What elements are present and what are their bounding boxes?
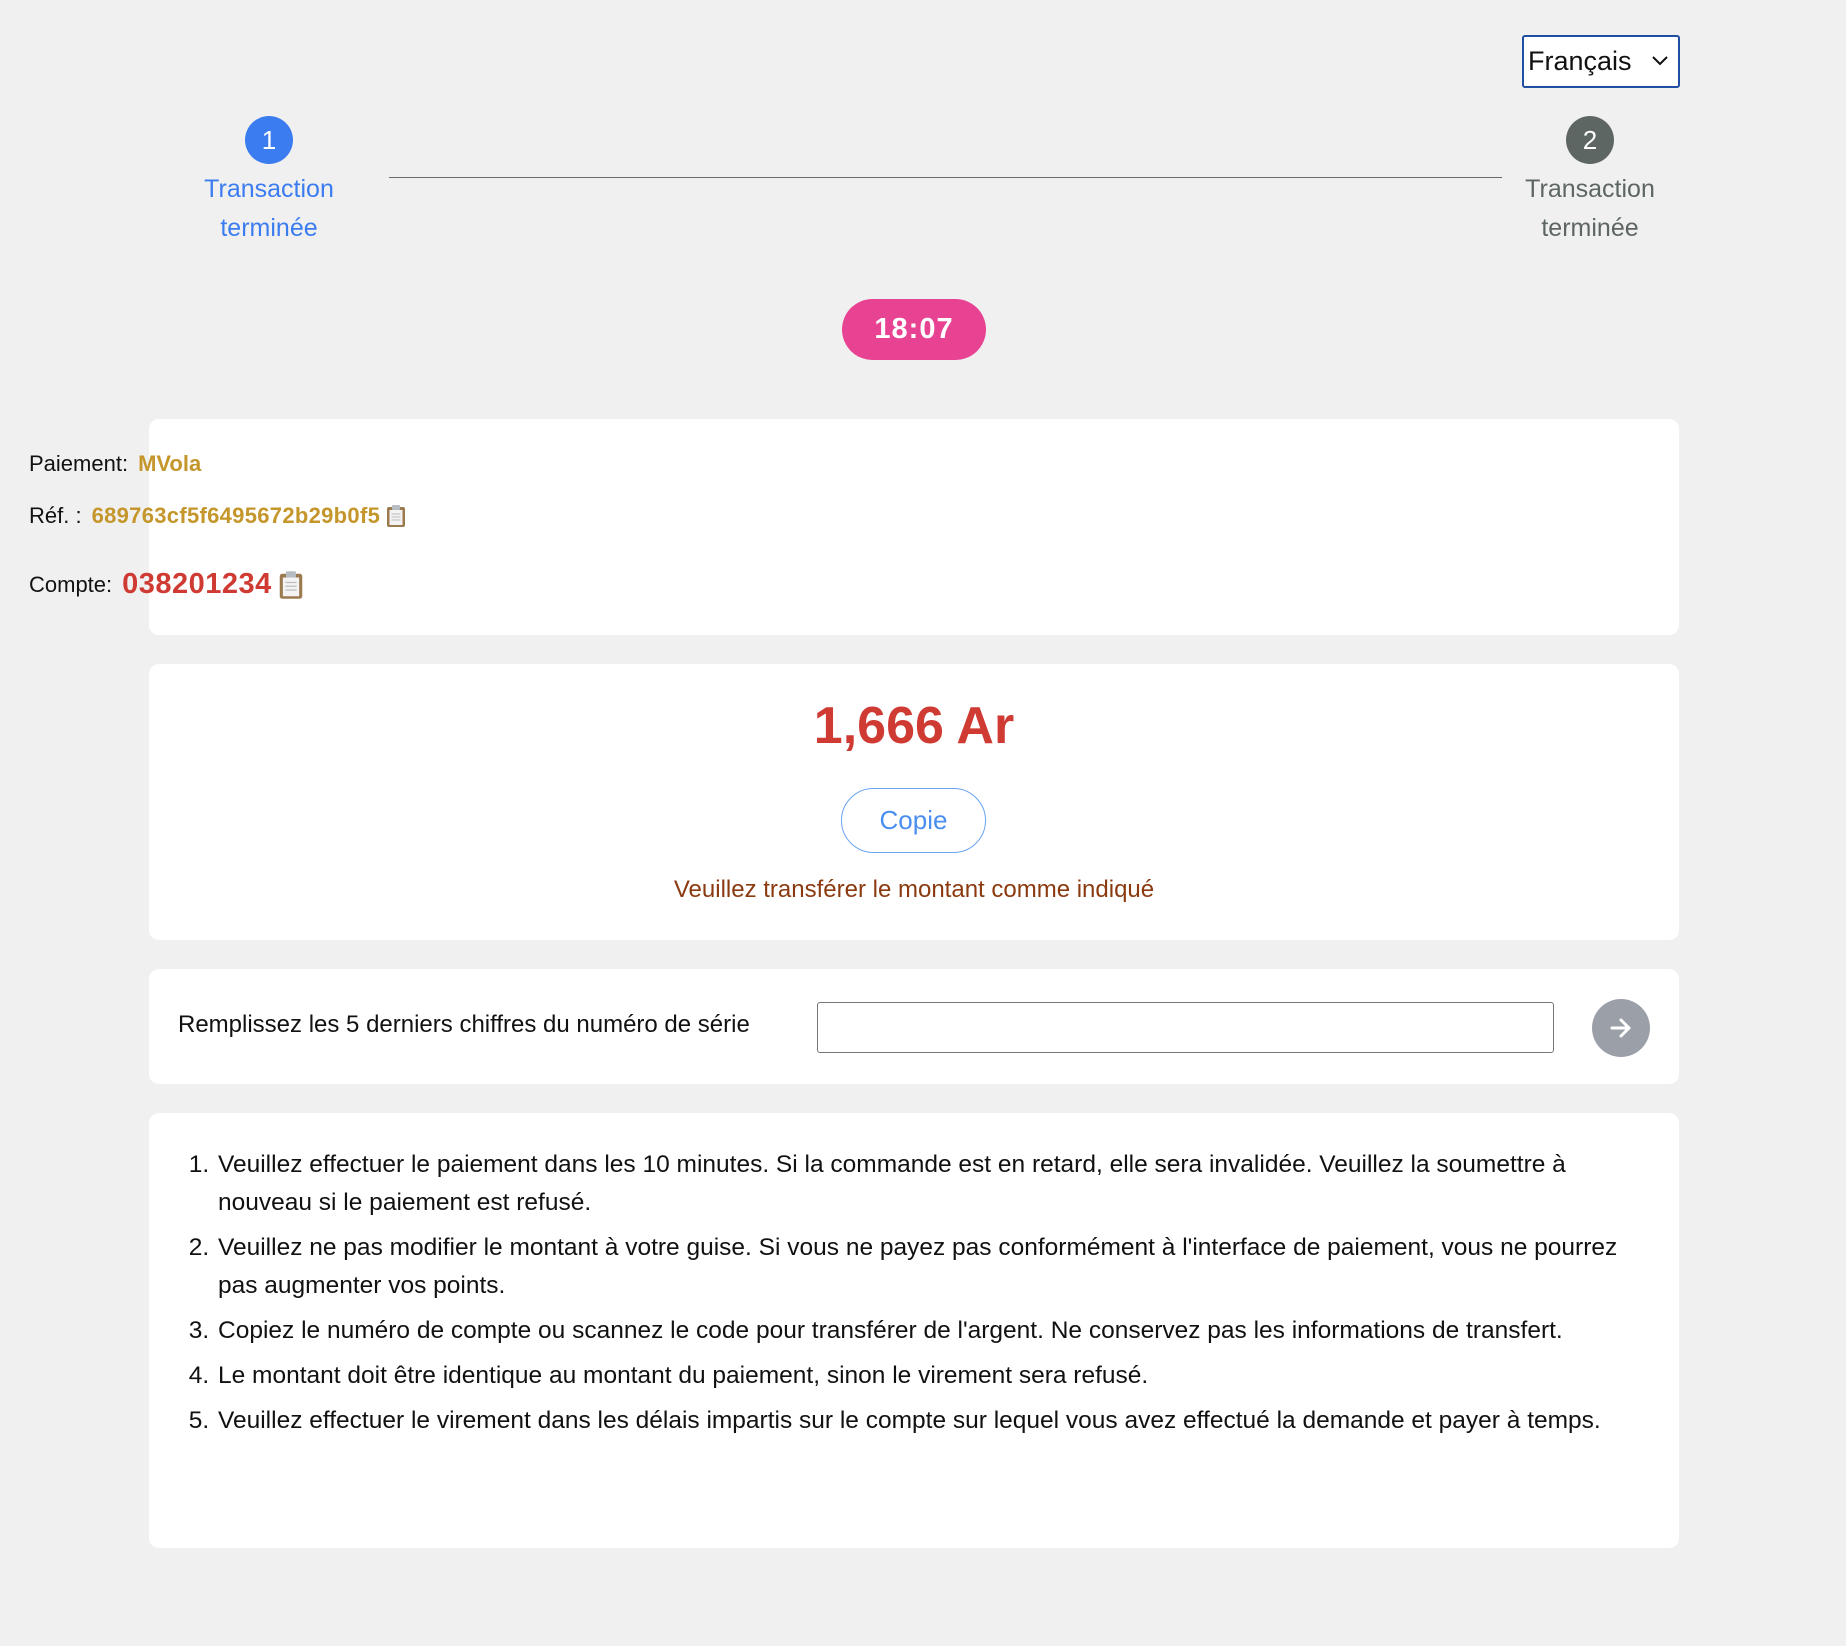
reference-row: Réf. : 689763cf5f6495672b29b0f5 — [29, 503, 406, 529]
submit-serial-button[interactable] — [1592, 999, 1650, 1057]
account-label: Compte: — [29, 571, 113, 597]
amount-value: 1,666 Ar — [813, 697, 1015, 755]
instructions-list: Veuillez effectuer le paiement dans les … — [178, 1146, 1648, 1447]
clipboard-icon[interactable] — [386, 504, 406, 528]
step-2-label: Transaction terminée — [1525, 175, 1655, 242]
account-row: Compte: 038201234 — [29, 568, 304, 601]
step-1-label: Transaction terminée — [204, 175, 334, 242]
payment-page: Français 1 Transaction terminée 2 Transa… — [0, 0, 1846, 1646]
payment-method-row: Paiement: MVola — [29, 451, 201, 477]
reference-label: Réf. : — [29, 503, 82, 528]
instruction-item: Veuillez ne pas modifier le montant à vo… — [216, 1229, 1648, 1305]
arrow-right-icon — [1610, 1018, 1631, 1038]
account-value: 038201234 — [122, 568, 272, 600]
stepper-connector — [389, 177, 1502, 178]
clipboard-icon[interactable] — [278, 570, 304, 600]
language-select-value: Français — [1528, 46, 1632, 76]
reference-value: 689763cf5f6495672b29b0f5 — [91, 503, 381, 528]
step-2-number: 2 — [1566, 116, 1614, 164]
amount-hint: Veuillez transférer le montant comme ind… — [673, 876, 1155, 903]
serial-input[interactable] — [817, 1002, 1554, 1053]
instruction-item: Copiez le numéro de compte ou scannez le… — [216, 1312, 1648, 1350]
copy-amount-button[interactable]: Copie — [841, 788, 986, 853]
payment-method-value: MVola — [138, 451, 202, 476]
countdown-timer: 18:07 — [842, 299, 986, 360]
instruction-item: Le montant doit être identique au montan… — [216, 1357, 1648, 1395]
instruction-item: Veuillez effectuer le virement dans les … — [216, 1402, 1648, 1440]
step-2: 2 Transaction terminée — [1490, 116, 1690, 248]
step-1-number: 1 — [245, 116, 293, 164]
serial-label: Remplissez les 5 derniers chiffres du nu… — [178, 1011, 750, 1038]
payment-method-label: Paiement: — [29, 451, 129, 476]
chevron-down-icon — [1652, 56, 1668, 66]
step-1: 1 Transaction terminée — [169, 116, 369, 248]
instruction-item: Veuillez effectuer le paiement dans les … — [216, 1146, 1648, 1222]
language-select[interactable]: Français — [1522, 35, 1680, 88]
